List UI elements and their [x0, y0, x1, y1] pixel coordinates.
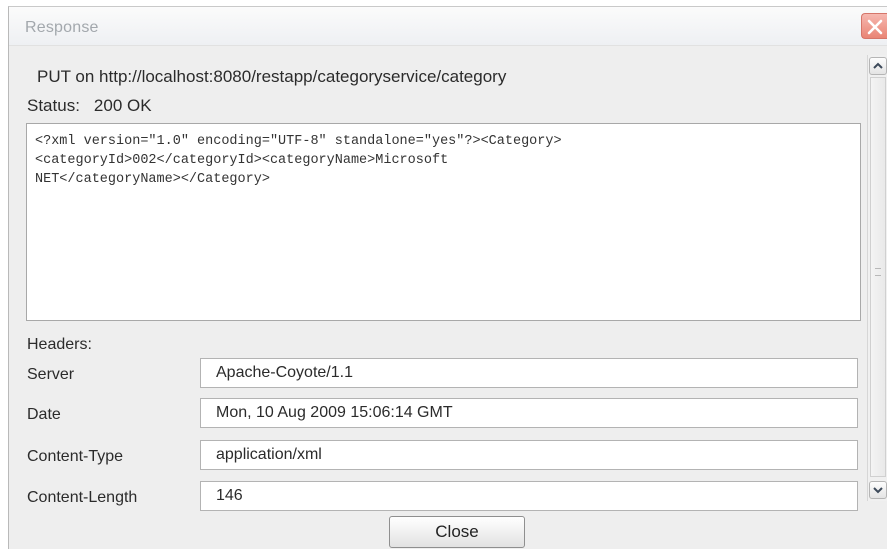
header-value-field[interactable]: 146	[200, 481, 858, 511]
response-body-textarea[interactable]: <?xml version="1.0" encoding="UTF-8" sta…	[26, 123, 861, 321]
header-row-content-length: Content-Length 146	[27, 481, 867, 515]
header-value-field[interactable]: Mon, 10 Aug 2009 15:06:14 GMT	[200, 398, 858, 428]
request-line: PUT on http://localhost:8080/restapp/cat…	[37, 67, 507, 86]
header-value-field[interactable]: Apache-Coyote/1.1	[200, 358, 858, 388]
scroll-thumb[interactable]	[870, 77, 886, 477]
header-name: Date	[27, 406, 61, 423]
header-row-date: Date Mon, 10 Aug 2009 15:06:14 GMT	[27, 398, 867, 432]
scroll-up-button[interactable]	[869, 57, 887, 75]
close-icon	[867, 19, 883, 35]
chevron-down-icon	[873, 487, 883, 494]
status-label: Status:	[27, 96, 80, 115]
header-name: Server	[27, 366, 75, 383]
chevron-up-icon	[873, 62, 883, 69]
header-name: Content-Length	[27, 489, 138, 506]
close-button[interactable]: Close	[389, 516, 525, 548]
header-row-content-type: Content-Type application/xml	[27, 440, 867, 474]
header-name: Content-Type	[27, 448, 124, 465]
scroll-down-button[interactable]	[869, 481, 887, 499]
response-dialog: Response PUT on http://localhost:8080/re…	[8, 6, 887, 549]
title-bar[interactable]: Response	[9, 7, 887, 46]
vertical-scrollbar[interactable]	[867, 55, 887, 501]
window-title: Response	[25, 19, 99, 36]
headers-label: Headers:	[27, 336, 92, 353]
status-line: Status: 200 OK	[27, 96, 152, 116]
header-row-server: Server Apache-Coyote/1.1	[27, 358, 867, 392]
status-value: 200 OK	[93, 96, 152, 115]
window-close-button[interactable]	[861, 13, 887, 39]
scroll-grip	[875, 268, 881, 276]
header-value-field[interactable]: application/xml	[200, 440, 858, 470]
